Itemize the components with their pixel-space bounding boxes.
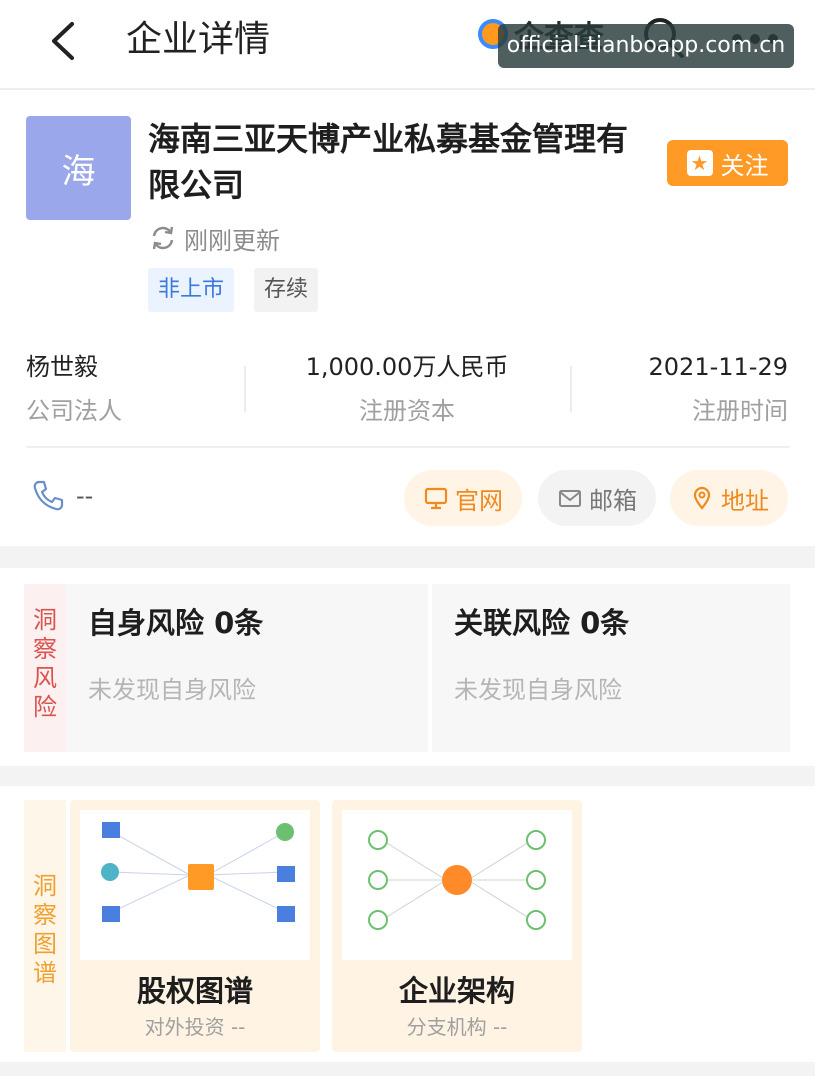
registration-date-value: 2021-11-29 [648,353,788,381]
back-arrow-icon[interactable] [44,18,84,64]
refresh-icon [152,226,174,250]
update-status[interactable]: 刚刚更新 [148,220,280,256]
registered-capital-value: 1,000.00万人民币 [305,353,509,381]
org-structure-thumbnail [342,810,572,960]
section-divider [0,546,815,568]
company-avatar: 海 [26,116,131,220]
org-structure-subtitle: 分支机构 -- [406,1015,508,1039]
follow-star-icon [686,150,713,176]
related-risk-title: 关联风险 0条 [454,606,630,640]
divider [26,446,790,448]
phone-icon[interactable] [30,478,66,514]
risk-section-label: 洞察风险 [24,584,66,752]
phone-value: -- [76,482,94,510]
update-text: 刚刚更新 [184,226,280,255]
legal-rep-value: 杨世毅 [26,353,98,381]
org-structure-card[interactable]: 企业架构 分支机构 -- [332,800,582,1052]
section-divider [0,1062,815,1076]
location-pin-icon [693,486,711,510]
related-risk-desc: 未发现自身风险 [454,676,622,704]
email-label: 邮箱 [589,486,637,515]
monitor-icon [424,487,448,510]
divider [244,366,246,412]
operating-status-tag: 存续 [254,268,319,312]
related-risk-card[interactable]: 关联风险 0条 未发现自身风险 [432,584,790,752]
registration-date-cell: 2021-11-29 注册时间 [620,350,788,430]
equity-graph-title: 股权图谱 [136,974,253,1008]
watermark-overlay: official-tianboapp.com.cn [498,24,794,68]
equity-graph-thumbnail [80,810,310,960]
legal-rep-label: 公司法人 [26,397,122,425]
website-label: 官网 [455,486,503,515]
page-title: 企业详情 [126,19,271,60]
org-structure-title: 企业架构 [398,974,515,1008]
org-structure-diagram [368,830,546,930]
address-label: 地址 [721,486,769,515]
self-risk-desc: 未发现自身风险 [88,676,256,704]
email-button[interactable]: 邮箱 [538,470,656,526]
graph-section-label: 洞察图谱 [24,800,66,1052]
equity-graph-diagram [101,822,295,922]
follow-button[interactable]: 关注 [667,140,788,186]
equity-graph-subtitle: 对外投资 -- [144,1015,246,1039]
address-button[interactable]: 地址 [670,470,788,526]
registration-date-label: 注册时间 [692,397,788,425]
registered-capital-cell: 1,000.00万人民币 注册资本 [300,350,514,430]
self-risk-title: 自身风险 0条 [88,606,264,640]
follow-button-label: 关注 [720,151,769,180]
listing-status-tag: 非上市 [148,268,235,312]
registered-capital-label: 注册资本 [359,397,455,425]
section-divider [0,766,815,786]
divider [570,366,572,412]
mail-icon [559,490,581,507]
equity-graph-card[interactable]: 股权图谱 对外投资 -- [70,800,320,1052]
website-button[interactable]: 官网 [404,470,522,526]
company-name: 海南三亚天博产业私募基金管理有限公司 [148,120,629,204]
legal-rep-cell[interactable]: 杨世毅 公司法人 [26,350,122,430]
self-risk-card[interactable]: 自身风险 0条 未发现自身风险 [66,584,428,752]
top-nav-bar: 企业详情 企查查 official-tianboapp.com.cn [0,0,815,90]
